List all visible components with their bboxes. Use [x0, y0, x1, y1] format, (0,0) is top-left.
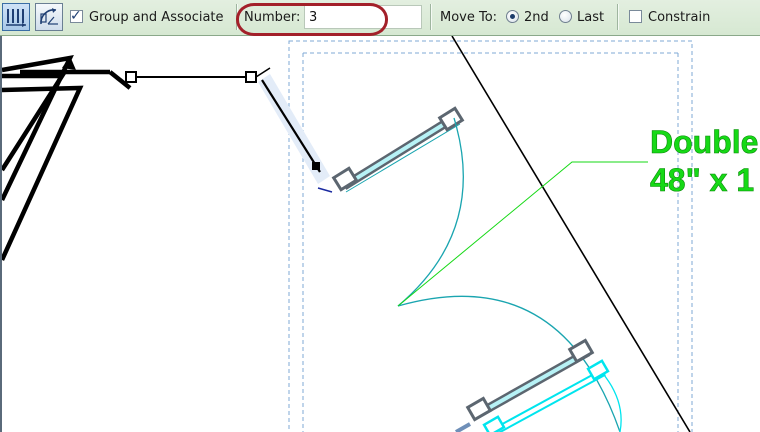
segment-tick: [317, 187, 333, 193]
linear-array-button[interactable]: [2, 3, 30, 31]
group-and-associate-checkbox[interactable]: ✓: [70, 8, 83, 24]
door-swing-arc-selected: [599, 369, 622, 432]
move-to-last-label: Last: [577, 10, 605, 25]
tag-leader-line: [397, 161, 648, 307]
radial-array-button[interactable]: [35, 3, 63, 31]
toolbar-separator: [617, 4, 618, 30]
highlight-annotation: [236, 3, 388, 36]
array-grip-start[interactable]: [125, 71, 137, 83]
segment-grip[interactable]: [312, 162, 320, 170]
checkmark-icon: ✓: [70, 8, 82, 24]
toolbar-separator: [430, 4, 431, 30]
wall-line[interactable]: [451, 35, 691, 432]
door-tag-line2[interactable]: 48" x 1: [650, 162, 755, 199]
angled-segment[interactable]: [261, 79, 321, 173]
constrain-checkbox[interactable]: [629, 10, 642, 23]
dimension-tool-icon: [6, 9, 26, 27]
group-and-associate-label: Group and Associate: [89, 10, 224, 25]
door-panel-lower[interactable]: [465, 338, 595, 422]
wall-group[interactable]: [0, 55, 132, 261]
move-to-2nd-label: 2nd: [524, 10, 549, 25]
door-panel-upper[interactable]: [331, 106, 465, 193]
viewport-border: [0, 36, 2, 432]
move-to-last-radio[interactable]: [559, 10, 572, 23]
floor-plan-drawing: [0, 35, 693, 432]
radial-dimension-icon: [40, 8, 58, 25]
move-to-2nd-radio[interactable]: [506, 10, 519, 23]
door-tag-line1[interactable]: Double: [650, 124, 759, 161]
door-swing-arc-lower: [397, 295, 621, 432]
drawing-canvas[interactable]: Double 48" x 1: [0, 35, 760, 432]
move-to-label: Move To:: [440, 10, 498, 25]
revit-array-view: ✓ Group and Associate Number: Move To: 2…: [0, 0, 760, 432]
constrain-label: Constrain: [648, 10, 711, 25]
door-frame-fragment: [455, 422, 471, 432]
array-grip-end[interactable]: [245, 71, 257, 83]
options-bar: ✓ Group and Associate Number: Move To: 2…: [0, 0, 760, 36]
